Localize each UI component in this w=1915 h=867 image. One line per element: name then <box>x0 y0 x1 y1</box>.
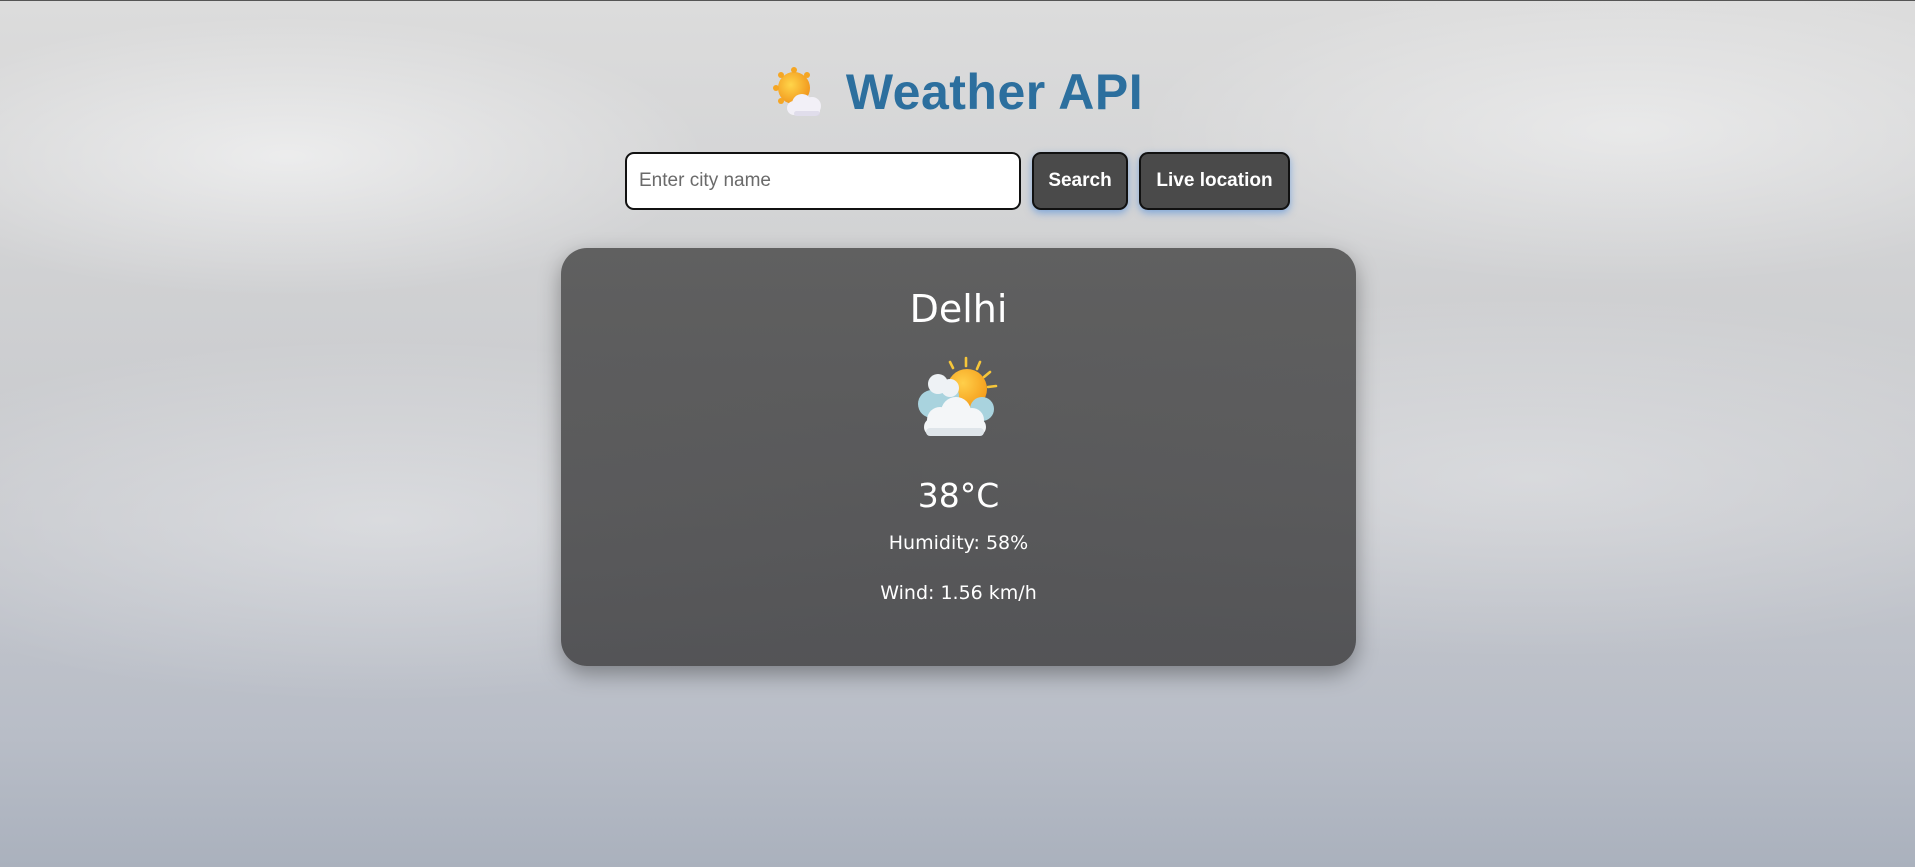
city-search-input[interactable] <box>625 152 1021 210</box>
temperature: 38°C <box>917 476 1000 515</box>
live-location-button[interactable]: Live location <box>1139 152 1290 210</box>
sun-behind-clouds-icon <box>910 356 1006 446</box>
city-name: Delhi <box>909 287 1008 331</box>
wind-speed: Wind: 1.56 km/h <box>880 582 1037 604</box>
search-bar: Search Live location <box>0 152 1915 210</box>
sun-behind-cloud-icon <box>772 66 824 118</box>
page-title-group: Weather API <box>772 63 1143 121</box>
search-button[interactable]: Search <box>1032 152 1128 210</box>
humidity: Humidity: 58% <box>888 532 1029 554</box>
app-header: Weather API <box>0 63 1915 121</box>
weather-card: Delhi 38°C Humidity: 58% Wind: 1.56 km/h <box>561 248 1356 666</box>
page-title: Weather API <box>845 64 1144 120</box>
